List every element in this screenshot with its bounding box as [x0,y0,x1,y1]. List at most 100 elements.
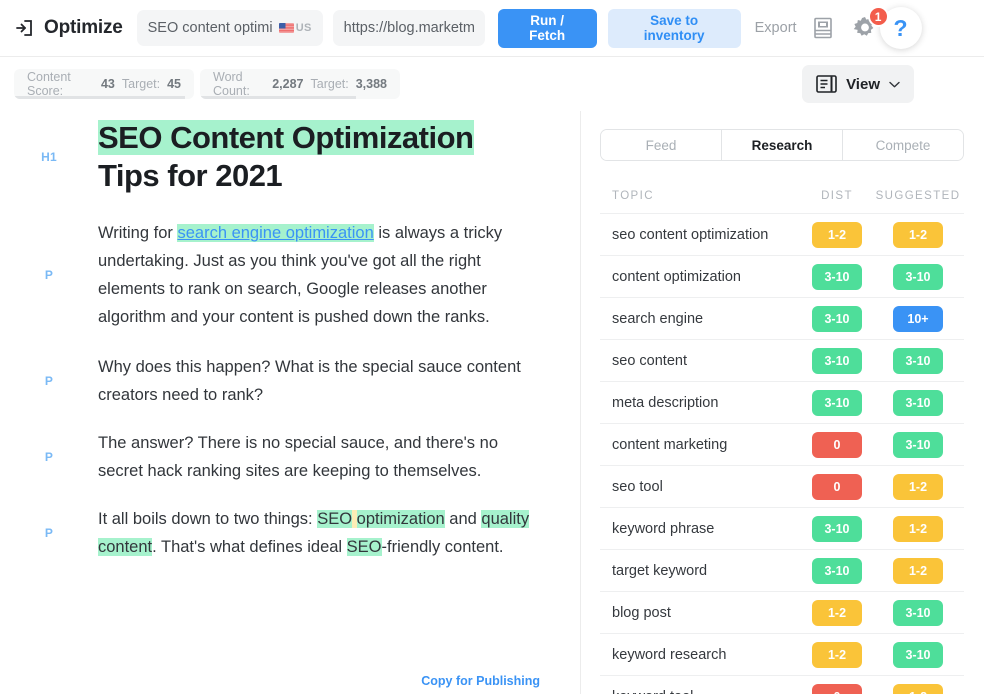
settings-notification-badge: 1 [867,6,889,27]
paragraph-3[interactable]: The answer? There is no special sauce, a… [98,429,540,485]
dist-badge-cell: 3-10 [802,305,872,332]
topic-name: keyword tool [612,689,802,694]
content-score-chip: Content Score: 43 Target: 45 [14,69,194,99]
dist-badge-cell: 3-10 [802,263,872,290]
top-toolbar: Optimize SEO content optimiz US https://… [0,0,984,57]
editor-block-p3[interactable]: P The answer? There is no special sauce,… [0,429,540,485]
dist-badge: 1-2 [812,221,862,248]
table-row[interactable]: keyword phrase 3-10 1-2 [600,507,964,549]
editor-block-h1[interactable]: H1 SEO Content Optimization Tips for 202… [0,119,540,195]
table-row[interactable]: blog post 1-2 3-10 [600,591,964,633]
p4-hl-seo2: SEO [346,538,382,556]
save-line1: Save to [650,13,699,28]
heading-highlight: SEO Content Optimization [98,120,474,155]
dist-badge-cell: 0 [802,683,872,694]
run-fetch-line1: Run / [530,13,565,28]
dist-badge-cell: 0 [802,473,872,500]
settings-button[interactable]: 1 [852,6,889,41]
table-row[interactable]: keyword research 1-2 3-10 [600,633,964,675]
suggested-badge-cell: 1-2 [872,683,964,694]
copy-for-publishing-link[interactable]: Copy for Publishing [413,674,540,688]
dist-badge: 3-10 [812,557,862,584]
editor-block-p2[interactable]: P Why does this happen? What is the spec… [0,353,540,409]
tab-research[interactable]: Research [722,130,843,160]
table-row[interactable]: keyword tool 0 1-2 [600,675,964,694]
paragraph-2[interactable]: Why does this happen? What is the specia… [98,353,540,409]
run-fetch-button[interactable]: Run / Fetch [497,8,597,48]
research-panel: Feed Research Compete TOPIC DIST SUGGEST… [580,111,984,694]
p4-gap-highlight [352,510,357,528]
tab-compete[interactable]: Compete [843,130,963,160]
suggested-badge: 3-10 [893,263,943,290]
dist-badge: 3-10 [812,347,862,374]
p4-s1: It all boils down to two things: [98,510,318,528]
us-flag-icon [278,23,294,33]
topic-name: search engine [612,310,704,327]
word-count-chip: Word Count: 2,287 Target: 3,388 [200,69,400,99]
save-to-inventory-button[interactable]: Save to inventory [607,8,741,48]
word-count-progress [200,96,356,99]
document-heading[interactable]: SEO Content Optimization Tips for 2021 [98,119,540,195]
dist-badge: 3-10 [812,263,862,290]
table-row[interactable]: meta description 3-10 3-10 [600,381,964,423]
content-score-target-value: 45 [167,77,181,91]
dist-badge: 3-10 [812,389,862,416]
dist-badge: 1-2 [812,641,862,668]
dist-badge-cell: 1-2 [802,641,872,668]
table-row[interactable]: content marketing 0 3-10 [600,423,964,465]
table-row[interactable]: seo tool 0 1-2 [600,465,964,507]
keyword-input-value[interactable]: SEO content optimiz [148,20,273,36]
table-row[interactable]: seo content 3-10 3-10 [600,339,964,381]
topics-table: seo content optimization 1-2 1-2 content op… [600,213,964,694]
p4-hl-optimization: optimization [356,510,445,528]
heading-rest: Tips for 2021 [98,158,283,193]
suggested-badge: 3-10 [893,431,943,458]
column-header-suggested: SUGGESTED [875,190,961,202]
panel-divider [580,111,581,694]
p1-before: Writing for [98,224,178,242]
topic-name: keyword phrase [612,520,715,537]
suggested-badge: 3-10 [893,599,943,626]
dist-badge-cell: 0 [802,431,872,458]
suggested-badge: 3-10 [893,389,943,416]
block-tag-p2: P [44,374,54,388]
dist-badge-cell: 3-10 [802,389,872,416]
dist-badge-cell: 1-2 [802,599,872,626]
keyword-input[interactable]: SEO content optimiz US [136,10,323,46]
p4-hl-seo: SEO [317,510,353,528]
paragraph-4[interactable]: It all boils down to two things: SEO opt… [98,505,540,561]
url-input-value[interactable]: https://blog.marketm [344,20,474,36]
block-tag-p4: P [44,526,54,540]
table-row[interactable]: content optimization 3-10 3-10 [600,255,964,297]
url-input[interactable]: https://blog.marketm [332,10,485,46]
topic-name: target keyword [612,562,708,579]
table-row[interactable]: target keyword 3-10 1-2 [600,549,964,591]
dist-badge: 0 [812,431,862,458]
tab-feed[interactable]: Feed [601,130,722,160]
word-count-value: 2,287 [272,77,304,91]
table-row[interactable]: search engine 3-10 10+ [600,297,964,339]
suggested-badge: 1-2 [893,515,943,542]
table-row[interactable]: seo content optimization 1-2 1-2 [600,213,964,255]
editor-block-p1[interactable]: P Writing for search engine optimization… [0,219,540,331]
content-editor[interactable]: H1 SEO Content Optimization Tips for 202… [0,111,580,694]
table-header: TOPIC DIST SUGGESTED [600,190,964,213]
editor-block-p4[interactable]: P It all boils down to two things: SEO o… [0,505,540,561]
topic-name: seo content [612,352,687,369]
view-button[interactable]: View [802,65,914,103]
country-code: US [295,22,312,34]
suggested-badge-cell: 3-10 [872,263,964,290]
article-layout-icon [816,75,837,93]
save-line2: inventory [643,28,705,43]
panel-tabs: Feed Research Compete [600,129,964,161]
topic-name: content optimization [612,268,741,285]
country-selector[interactable]: US [278,22,312,34]
suggested-badge-cell: 3-10 [872,599,964,626]
export-button[interactable]: Export [755,20,797,36]
metrics-bar: Content Score: 43 Target: 45 Word Count:… [0,57,984,111]
paragraph-1[interactable]: Writing for search engine optimization i… [98,219,540,331]
suggested-badge-cell: 1-2 [872,515,964,542]
word-count-target-value: 3,388 [355,77,387,91]
document-view-button[interactable] [813,17,852,39]
seo-link[interactable]: search engine optimization [177,224,374,242]
